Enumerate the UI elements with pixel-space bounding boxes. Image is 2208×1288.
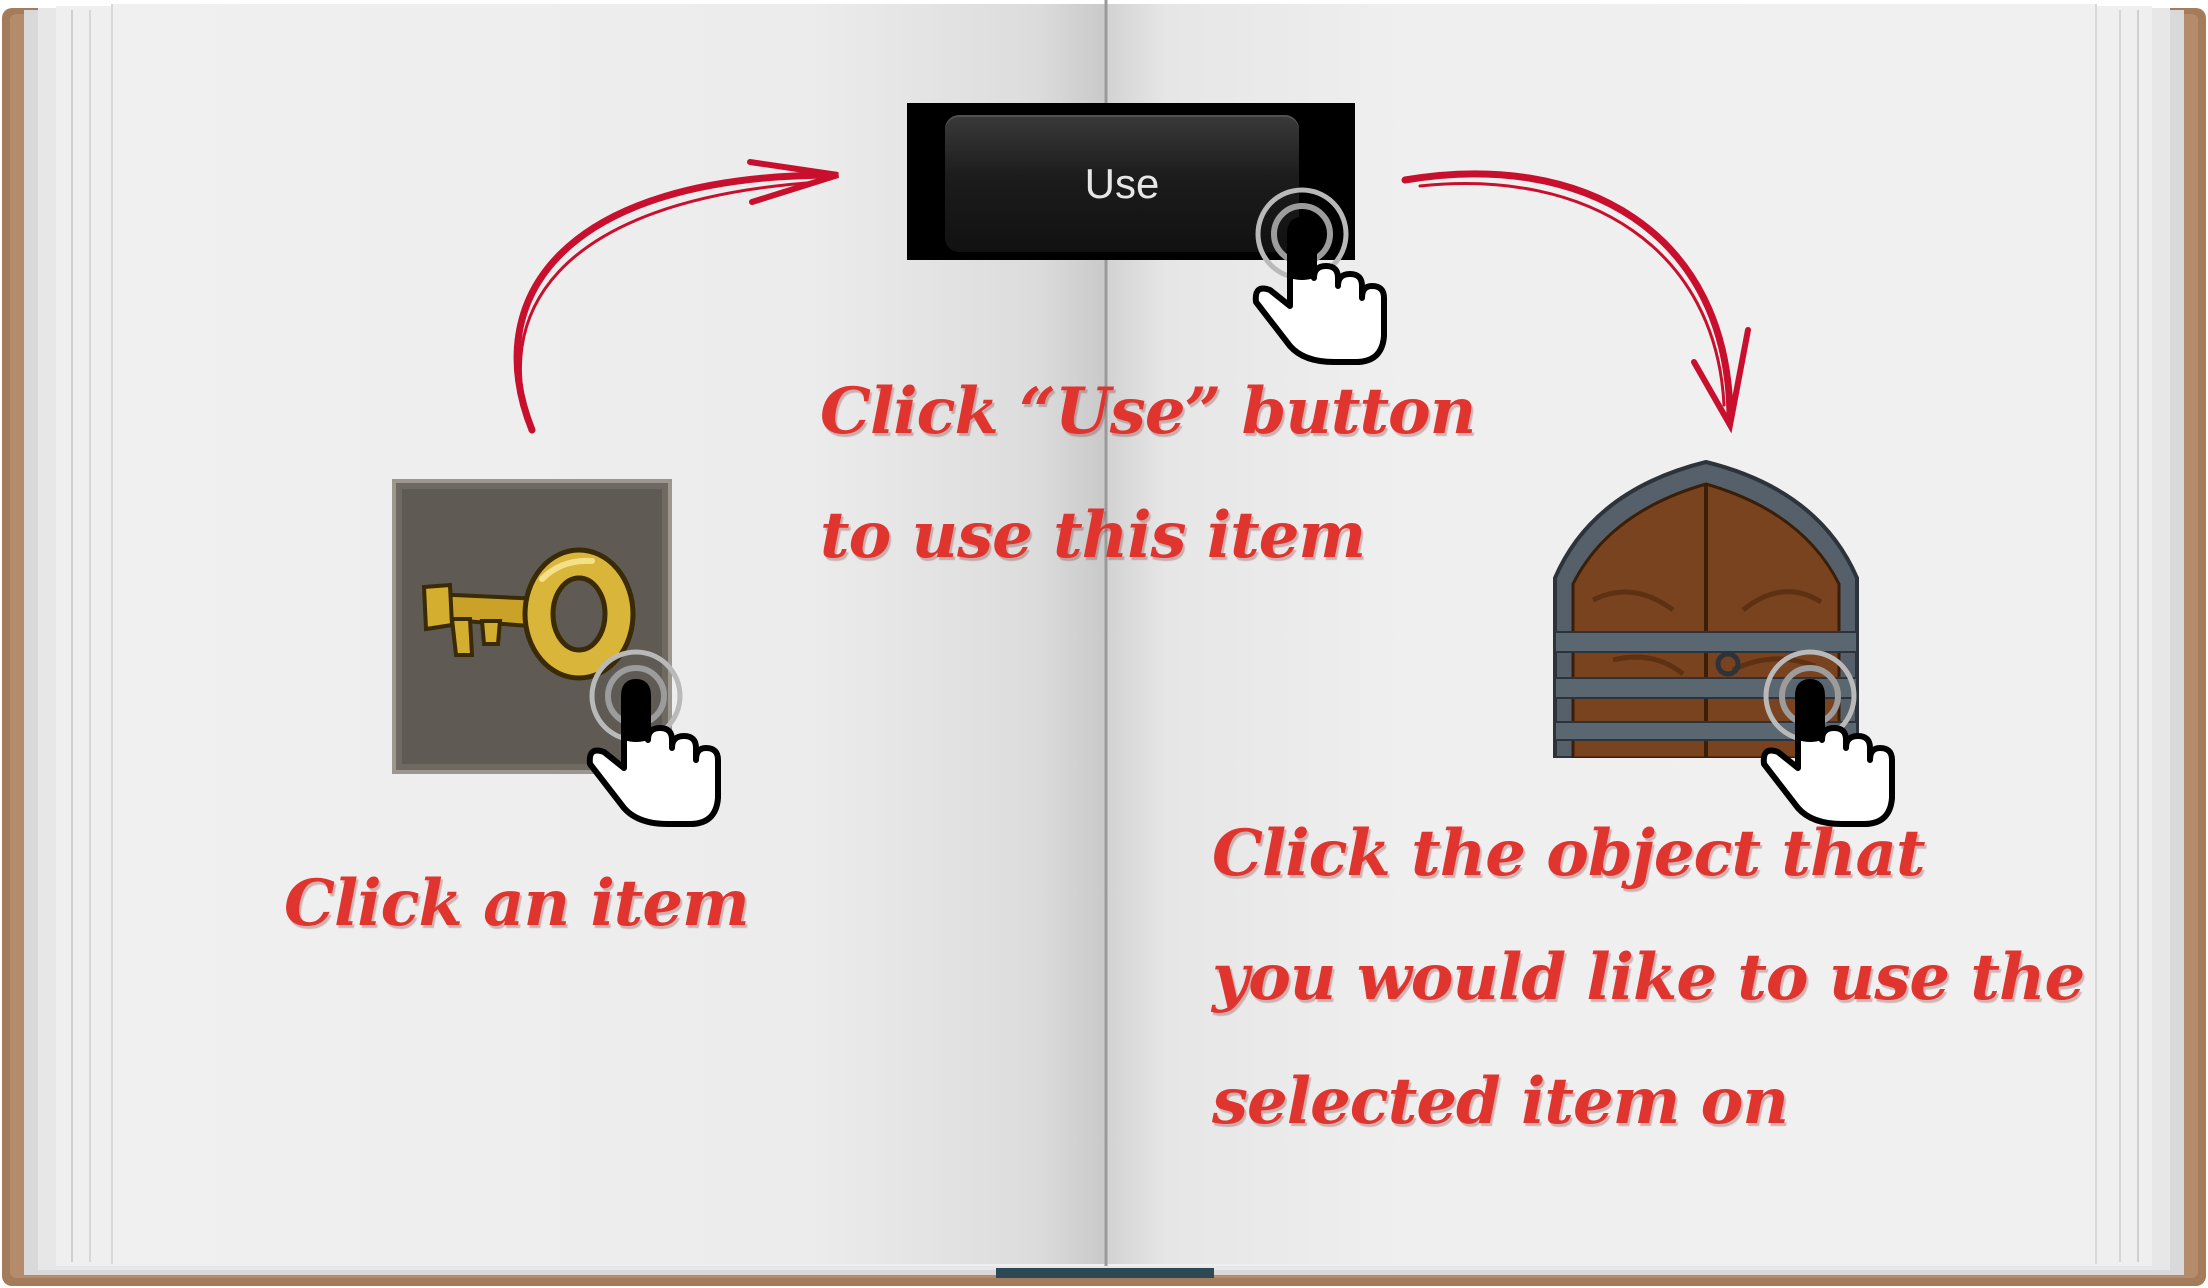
use-button-frame: Use <box>907 103 1355 260</box>
hint-step-3-line-2: you would like to use the <box>1212 940 2085 1015</box>
hint-step-1: Click an item <box>284 866 750 941</box>
use-button[interactable]: Use <box>945 115 1299 252</box>
wooden-door-icon <box>1553 459 1859 760</box>
hint-step-2-line-1: Click “Use” button <box>820 374 1476 449</box>
hint-step-3-line-3: selected item on <box>1212 1064 1789 1139</box>
hint-step-2-line-2: to use this item <box>820 498 1366 573</box>
hint-step-3: Click the object that you would like to … <box>1212 792 2085 1164</box>
golden-key-icon <box>392 479 672 774</box>
hint-step-3-line-1: Click the object that <box>1212 816 1926 891</box>
door-target[interactable] <box>1553 459 1859 760</box>
inventory-item-slot[interactable] <box>392 479 672 774</box>
hint-step-2: Click “Use” button to use this item <box>820 350 1476 598</box>
tutorial-screen: Use Click an item Click “Use” button to … <box>0 0 2208 1288</box>
